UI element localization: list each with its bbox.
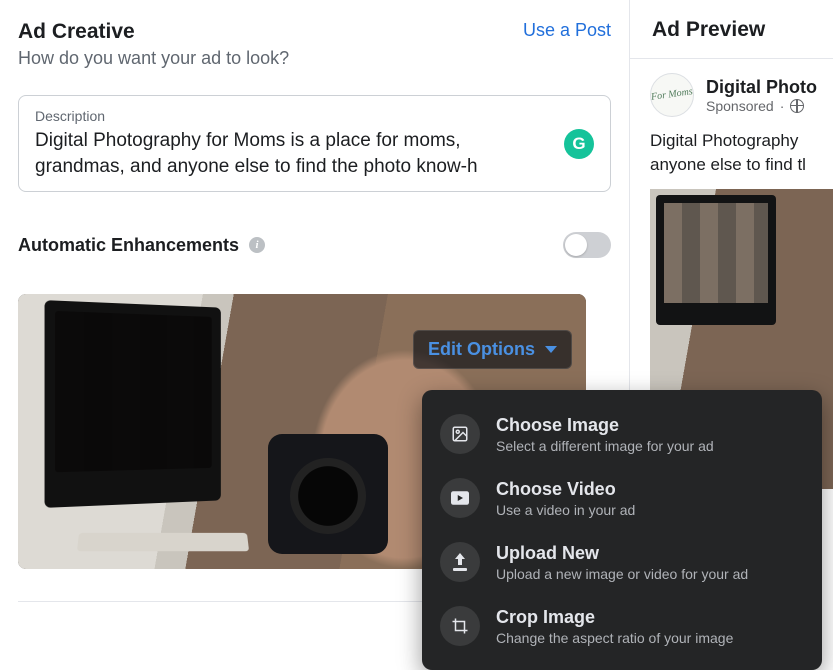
crop-icon [440, 606, 480, 646]
automatic-enhancements-toggle[interactable] [563, 232, 611, 258]
choose-video-title: Choose Video [496, 479, 635, 500]
page-name[interactable]: Digital Photo [706, 77, 817, 98]
crop-image-option[interactable]: Crop Image Change the aspect ratio of yo… [430, 594, 814, 658]
dot-separator: · [780, 98, 785, 114]
upload-new-sub: Upload a new image or video for your ad [496, 566, 748, 582]
chevron-down-icon [545, 346, 557, 353]
use-a-post-link[interactable]: Use a Post [523, 20, 611, 41]
sponsored-label: Sponsored [706, 98, 774, 114]
video-icon [440, 478, 480, 518]
choose-image-title: Choose Image [496, 415, 714, 436]
edit-options-button[interactable]: Edit Options [413, 330, 572, 369]
crop-image-title: Crop Image [496, 607, 733, 628]
section-subtitle: How do you want your ad to look? [18, 48, 611, 69]
choose-video-sub: Use a video in your ad [496, 502, 635, 518]
info-icon[interactable]: i [249, 237, 265, 253]
grammarly-icon[interactable]: G [564, 129, 594, 159]
ad-preview-header: Ad Preview [630, 0, 833, 59]
choose-image-option[interactable]: Choose Image Select a different image fo… [430, 402, 814, 466]
preview-body-text: Digital Photography anyone else to find … [650, 129, 833, 177]
page-avatar[interactable]: For Moms [650, 73, 694, 117]
edit-options-label: Edit Options [428, 339, 535, 360]
choose-image-sub: Select a different image for your ad [496, 438, 714, 454]
upload-new-title: Upload New [496, 543, 748, 564]
description-label: Description [35, 108, 552, 124]
upload-icon [440, 542, 480, 582]
edit-options-dropdown: Choose Image Select a different image fo… [422, 390, 822, 670]
description-field[interactable]: Description Digital Photography for Moms… [18, 95, 611, 192]
choose-video-option[interactable]: Choose Video Use a video in your ad [430, 466, 814, 530]
upload-new-option[interactable]: Upload New Upload a new image or video f… [430, 530, 814, 594]
section-title: Ad Creative [18, 20, 135, 44]
automatic-enhancements-label: Automatic Enhancements [18, 235, 239, 256]
image-icon [440, 414, 480, 454]
description-text[interactable]: Digital Photography for Moms is a place … [35, 128, 552, 179]
globe-icon [790, 99, 804, 113]
crop-image-sub: Change the aspect ratio of your image [496, 630, 733, 646]
